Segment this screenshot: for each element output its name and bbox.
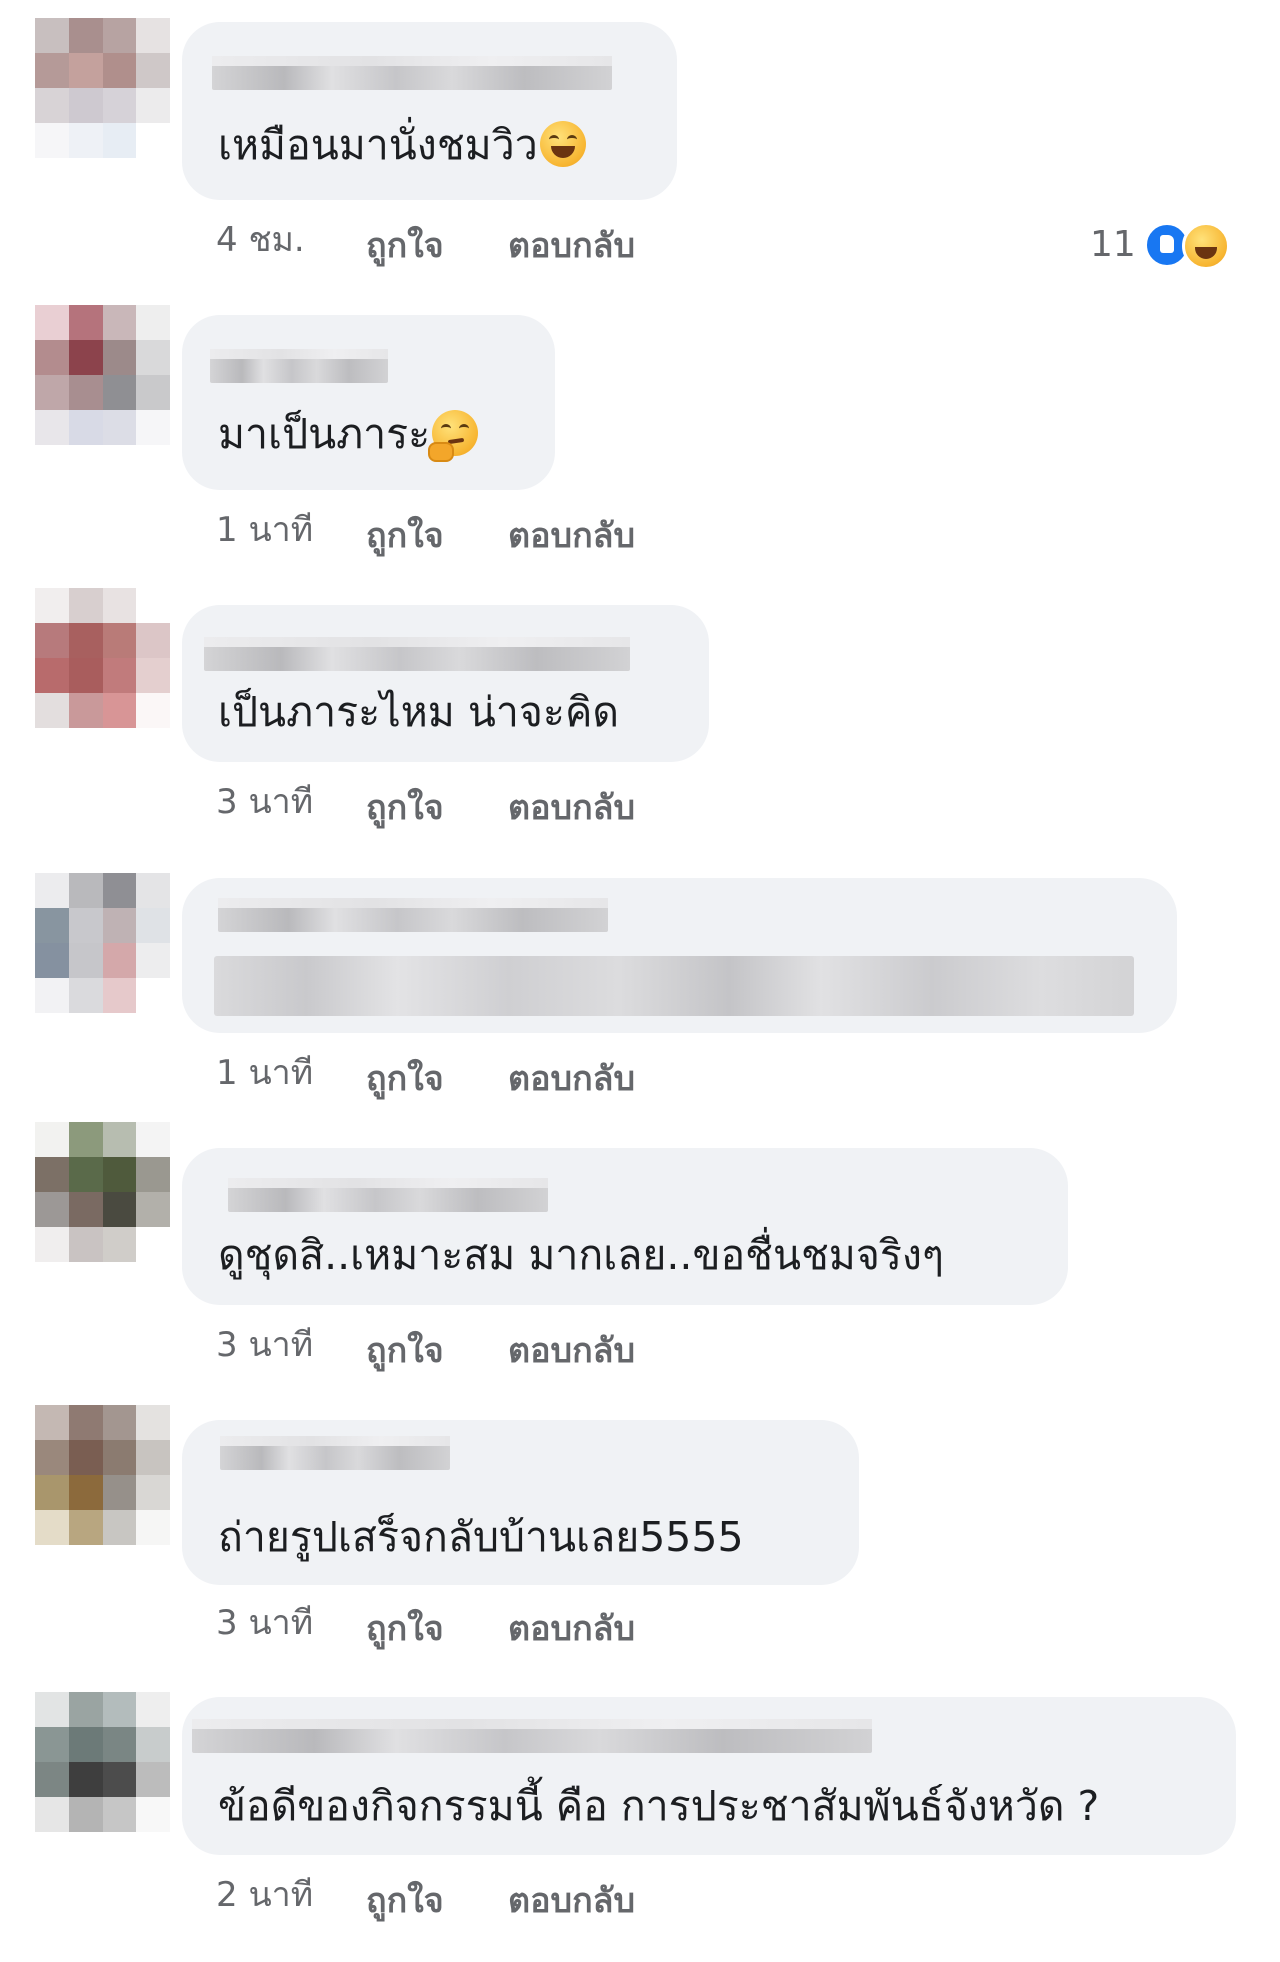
timestamp[interactable]: 3 นาที xyxy=(216,1325,313,1365)
timestamp[interactable]: 3 นาที xyxy=(216,782,313,822)
timestamp[interactable]: 3 นาที xyxy=(216,1603,313,1643)
reaction-count: 11 xyxy=(1090,224,1136,265)
comment-bubble[interactable]: เป็นภาระไหม น่าจะคิด xyxy=(182,605,709,762)
commenter-name[interactable] xyxy=(228,1178,548,1212)
reply-button[interactable]: ตอบกลับ xyxy=(508,226,635,266)
avatar[interactable] xyxy=(35,1122,170,1262)
avatar[interactable] xyxy=(35,305,170,445)
comment-text: ดูชุดสิ..เหมาะสม มากเลย..ขอชื่นชมจริงๆ xyxy=(218,1231,944,1279)
avatar[interactable] xyxy=(35,588,170,728)
like-button[interactable]: ถูกใจ xyxy=(366,788,444,828)
commenter-name[interactable] xyxy=(218,898,608,932)
reply-button[interactable]: ตอบกลับ xyxy=(508,1609,635,1649)
comment-text-row: มาเป็นภาระ xyxy=(218,409,479,462)
comment-text: ข้อดีของกิจกรรมนี้ คือ การประชาสัมพันธ์จ… xyxy=(218,1782,1100,1830)
comment-bubble[interactable]: ถ่ายรูปเสร็จกลับบ้านเลย5555 xyxy=(182,1420,859,1585)
like-button[interactable]: ถูกใจ xyxy=(366,1609,444,1649)
reply-button[interactable]: ตอบกลับ xyxy=(508,1881,635,1921)
comment-bubble[interactable]: มาเป็นภาระ xyxy=(182,315,555,490)
commenter-name[interactable] xyxy=(210,349,388,383)
comment-bubble[interactable] xyxy=(182,878,1177,1033)
comment-text: เป็นภาระไหม น่าจะคิด xyxy=(218,688,620,736)
avatar[interactable] xyxy=(35,18,170,158)
timestamp[interactable]: 4 ชม. xyxy=(216,220,305,260)
comment-text: ถ่ายรูปเสร็จกลับบ้านเลย5555 xyxy=(218,1513,744,1561)
laughing-emoji-icon xyxy=(539,121,586,167)
like-button[interactable]: ถูกใจ xyxy=(366,1881,444,1921)
avatar[interactable] xyxy=(35,873,170,1013)
comment-text xyxy=(214,956,1134,1016)
like-button[interactable]: ถูกใจ xyxy=(366,1059,444,1099)
comment-text-row: เหมือนมานั่งชมวิว xyxy=(218,120,586,170)
thinking-emoji-icon xyxy=(428,410,479,462)
comment-bubble[interactable]: เหมือนมานั่งชมวิว xyxy=(182,22,677,200)
avatar[interactable] xyxy=(35,1405,170,1545)
commenter-name[interactable] xyxy=(192,1719,872,1753)
like-button[interactable]: ถูกใจ xyxy=(366,226,444,266)
commenter-name[interactable] xyxy=(212,56,612,90)
timestamp[interactable]: 2 นาที xyxy=(216,1875,313,1915)
reply-button[interactable]: ตอบกลับ xyxy=(508,516,635,556)
avatar[interactable] xyxy=(35,1692,170,1832)
comment-text: มาเป็นภาระ xyxy=(218,410,431,458)
comment-bubble[interactable]: ดูชุดสิ..เหมาะสม มากเลย..ขอชื่นชมจริงๆ xyxy=(182,1148,1068,1305)
reply-button[interactable]: ตอบกลับ xyxy=(508,1331,635,1371)
timestamp[interactable]: 1 นาที xyxy=(216,1053,313,1093)
comment-text: เหมือนมานั่งชมวิว xyxy=(218,121,538,169)
commenter-name[interactable] xyxy=(220,1436,450,1470)
reply-button[interactable]: ตอบกลับ xyxy=(508,788,635,828)
commenter-name[interactable] xyxy=(204,637,630,671)
like-button[interactable]: ถูกใจ xyxy=(366,516,444,556)
timestamp[interactable]: 1 นาที xyxy=(216,510,313,550)
reply-button[interactable]: ตอบกลับ xyxy=(508,1059,635,1099)
comment-bubble[interactable]: ข้อดีของกิจกรรมนี้ คือ การประชาสัมพันธ์จ… xyxy=(182,1697,1236,1855)
haha-reaction-icon xyxy=(1182,222,1230,270)
like-button[interactable]: ถูกใจ xyxy=(366,1331,444,1371)
